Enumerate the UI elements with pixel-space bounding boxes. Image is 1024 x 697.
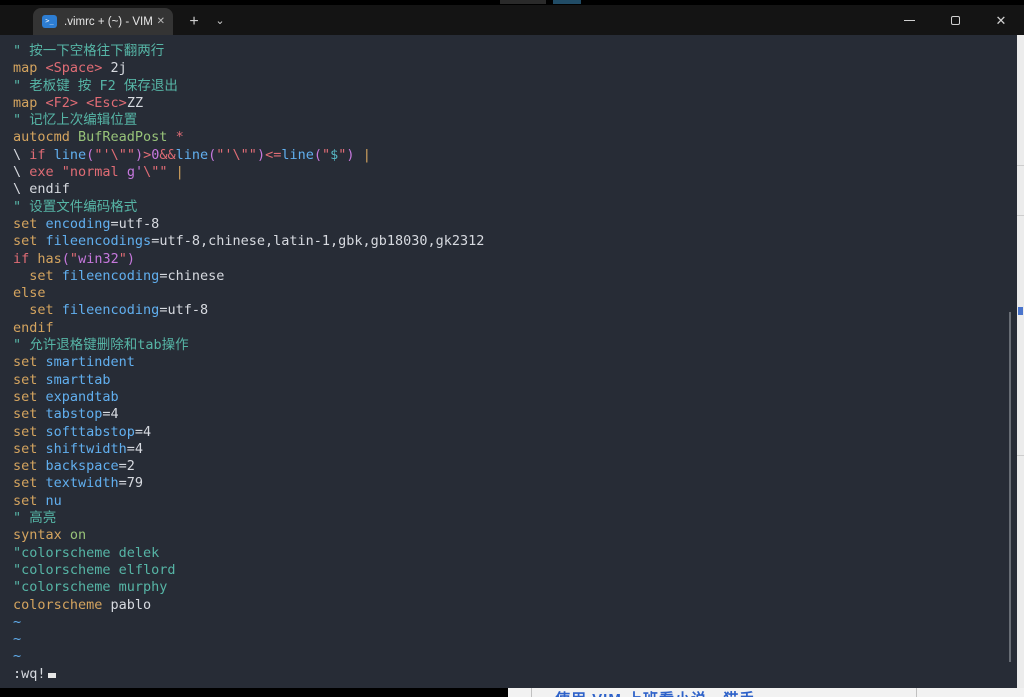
terminal-line: "colorscheme murphy <box>13 579 1017 596</box>
maximize-button[interactable] <box>932 5 978 35</box>
terminal-line: set smartindent <box>13 354 1017 371</box>
terminal-line: ~ <box>13 648 1017 665</box>
terminal-line: else <box>13 285 1017 302</box>
terminal-line: set fileencoding=chinese <box>13 268 1017 285</box>
terminal-line: \ exe "normal g'\"" | <box>13 164 1017 181</box>
terminal-line: " 高亮 <box>13 510 1017 527</box>
tab-close-icon[interactable]: ✕ <box>157 17 165 27</box>
terminal-line: set encoding=utf-8 <box>13 216 1017 233</box>
terminal-line: set backspace=2 <box>13 458 1017 475</box>
maximize-icon <box>951 16 960 25</box>
terminal-line: colorscheme pablo <box>13 597 1017 614</box>
background-window-top-edge <box>500 0 546 4</box>
terminal-line: endif <box>13 320 1017 337</box>
terminal-line: set nu <box>13 493 1017 510</box>
background-page-text-fragment <box>1018 307 1023 315</box>
background-page-strip: 使用 VIM 上班看小说 - 猫手 <box>508 688 1024 697</box>
terminal-line: \ if line("'\"")>0&&line("'\"")<=line("$… <box>13 147 1017 164</box>
new-tab-button[interactable]: + <box>183 11 205 33</box>
terminal-line: syntax on <box>13 527 1017 544</box>
divider <box>531 688 532 697</box>
terminal-line: autocmd BufReadPost * <box>13 129 1017 146</box>
terminal-line: if has("win32") <box>13 251 1017 268</box>
terminal-line: ~ <box>13 614 1017 631</box>
terminal-screen[interactable]: " 按一下空格往下翻两行map <Space> 2j" 老板键 按 F2 保存退… <box>0 35 1017 688</box>
terminal-cursor <box>48 673 56 678</box>
terminal-scrollbar[interactable] <box>1009 312 1011 662</box>
chevron-down-icon[interactable]: ⌄ <box>210 11 230 33</box>
terminal-line: " 按一下空格往下翻两行 <box>13 43 1017 60</box>
terminal-line: " 允许退格键删除和tab操作 <box>13 337 1017 354</box>
tab-vimrc[interactable]: >_ .vimrc + (~) - VIM ✕ <box>33 8 173 35</box>
terminal-line: "colorscheme delek <box>13 545 1017 562</box>
terminal-line: "colorscheme elflord <box>13 562 1017 579</box>
terminal-line: map <Space> 2j <box>13 60 1017 77</box>
divider <box>1017 165 1024 166</box>
divider <box>1017 455 1024 456</box>
terminal-line: " 设置文件编码格式 <box>13 199 1017 216</box>
powershell-icon: >_ <box>42 15 57 28</box>
terminal-line: set smarttab <box>13 372 1017 389</box>
terminal-line: set textwidth=79 <box>13 475 1017 492</box>
terminal-line: set fileencodings=utf-8,chinese,latin-1,… <box>13 233 1017 250</box>
divider <box>916 688 917 697</box>
terminal-line: " 老板键 按 F2 保存退出 <box>13 78 1017 95</box>
tab-title: .vimrc + (~) - VIM <box>64 16 153 28</box>
terminal-line: :wq! <box>13 666 1017 683</box>
terminal-line: \ endif <box>13 181 1017 198</box>
minimize-button[interactable] <box>886 5 932 35</box>
titlebar[interactable]: >_ .vimrc + (~) - VIM ✕ + ⌄ ✕ <box>0 5 1024 35</box>
desktop: 使用 VIM 上班看小说 - 猫手 >_ .vimrc + (~) - VIM … <box>0 0 1024 697</box>
terminal-line: set shiftwidth=4 <box>13 441 1017 458</box>
close-icon: ✕ <box>996 14 1007 27</box>
close-button[interactable]: ✕ <box>978 5 1024 35</box>
window-controls: ✕ <box>886 5 1024 35</box>
terminal-line: map <F2> <Esc>ZZ <box>13 95 1017 112</box>
terminal-line: set tabstop=4 <box>13 406 1017 423</box>
background-page-sliver <box>1017 35 1024 697</box>
minimize-icon <box>904 20 915 21</box>
terminal-line: set softtabstop=4 <box>13 424 1017 441</box>
divider <box>1017 215 1024 216</box>
background-window-top-edge-accent <box>553 0 581 4</box>
terminal-line: ~ <box>13 631 1017 648</box>
terminal-line: " 记忆上次编辑位置 <box>13 112 1017 129</box>
terminal-line: set fileencoding=utf-8 <box>13 302 1017 319</box>
background-page-link[interactable]: 使用 VIM 上班看小说 - 猫手 <box>555 688 755 697</box>
terminal-line: set expandtab <box>13 389 1017 406</box>
